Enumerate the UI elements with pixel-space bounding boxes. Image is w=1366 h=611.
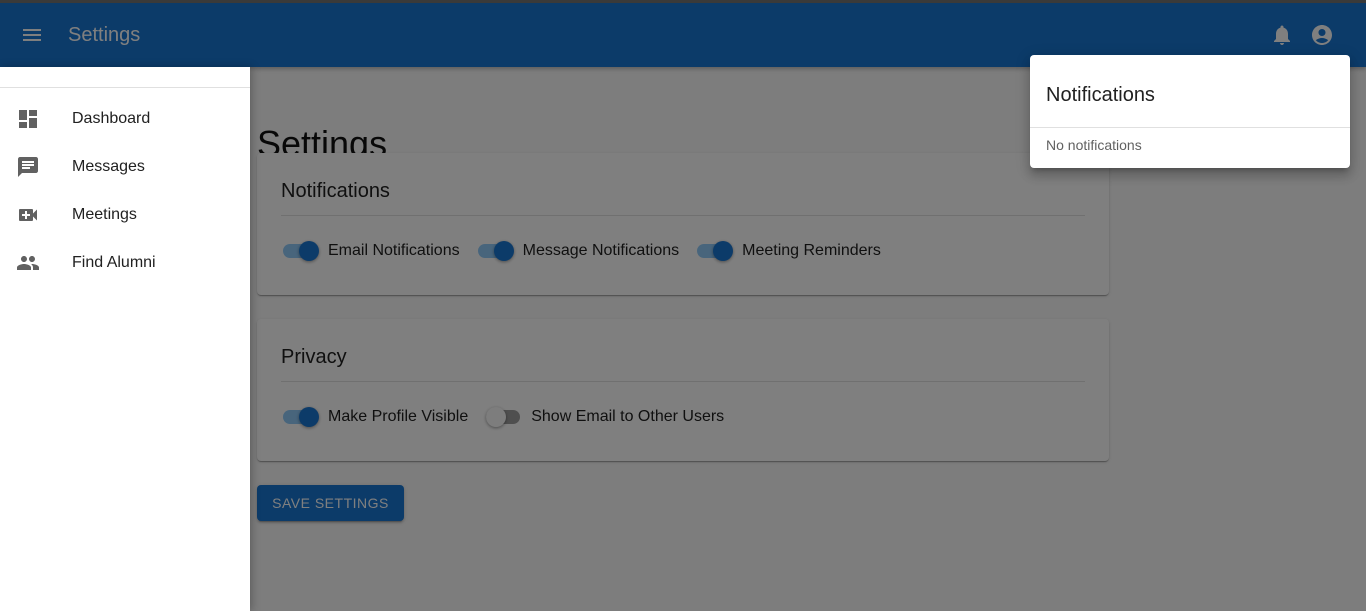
sidebar-item-label: Meetings [72,206,137,223]
empty-notifications-text: No notifications [1046,137,1142,153]
sidebar-item-label: Find Alumni [72,254,156,271]
sidebar-item-messages[interactable]: Messages [0,143,250,191]
video-call-icon [19,209,37,221]
divider [0,87,250,88]
navigation-drawer: Dashboard Messages Meetings Find Alumni [0,67,250,611]
sidebar-item-label: Messages [72,158,145,175]
chat-icon [18,157,38,177]
divider [1030,127,1350,128]
notifications-popover: Notifications No notifications [1030,55,1350,168]
sidebar-item-find-alumni[interactable]: Find Alumni [0,239,250,287]
sidebar-item-meetings[interactable]: Meetings [0,191,250,239]
dashboard-icon [19,110,37,128]
popover-title: Notifications [1046,84,1155,106]
people-icon [17,256,39,270]
sidebar-item-dashboard[interactable]: Dashboard [0,95,250,143]
sidebar-item-label: Dashboard [72,110,151,127]
window-top-edge [0,0,1366,3]
